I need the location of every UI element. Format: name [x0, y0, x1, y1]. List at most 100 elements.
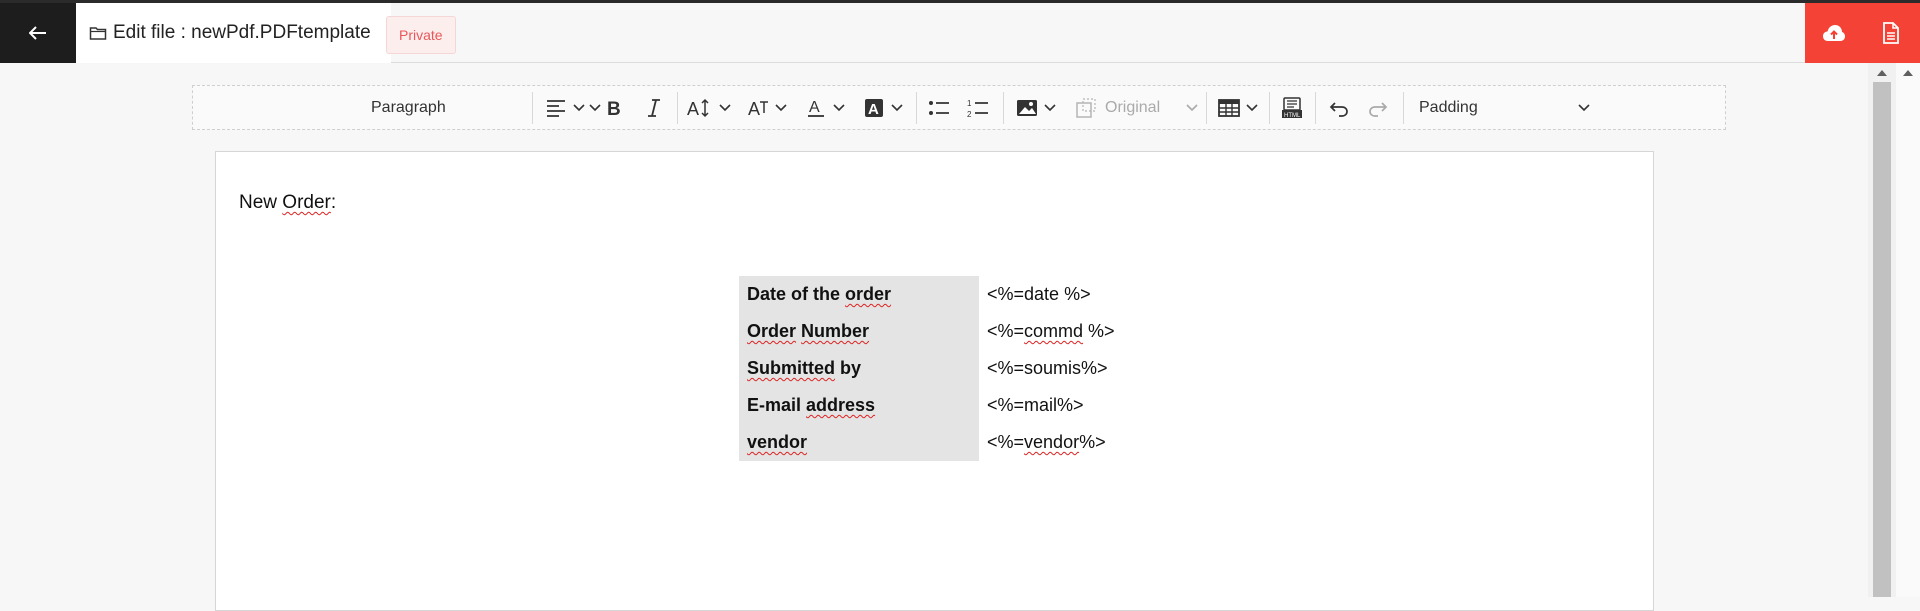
toolbar-divider: [1315, 92, 1316, 124]
field-label-cell[interactable]: Order Number: [739, 313, 979, 350]
field-label-text: E-mail: [747, 395, 807, 415]
image-size-dropdown[interactable]: Original: [1075, 86, 1198, 129]
field-label-cell[interactable]: E-mail address: [739, 387, 979, 424]
field-label-cell[interactable]: Submitted by: [739, 350, 979, 387]
back-button[interactable]: [0, 3, 76, 63]
bold-icon: B: [607, 99, 621, 119]
chevron-down-icon: [719, 103, 731, 111]
scrollbar-thumb[interactable]: [1873, 82, 1891, 597]
field-value-text: <%=: [987, 432, 1025, 452]
field-value-cell[interactable]: <%=mail%>: [979, 387, 1295, 424]
table-row: E-mail address <%=mail%>: [739, 387, 1295, 424]
image-icon: [1017, 99, 1037, 116]
bulleted-list-button[interactable]: [928, 86, 950, 129]
header-divider: [391, 62, 1805, 63]
alignment-dropdown[interactable]: [545, 86, 585, 129]
field-label-text: Submitted: [747, 358, 835, 378]
font-size-icon: A: [687, 98, 709, 119]
field-label-text: Order: [747, 321, 797, 341]
heading-word: Order: [282, 192, 331, 213]
document-icon: [1882, 22, 1899, 44]
file-tab[interactable]: Edit file : newPdf.PDFtemplate: [76, 3, 391, 63]
cloud-upload-icon: [1822, 25, 1845, 41]
svg-text:HTML: HTML: [1284, 113, 1301, 119]
numbered-list-button[interactable]: 12: [967, 86, 989, 129]
field-value-text: <%=mail%>: [987, 395, 1084, 415]
field-value-text: <%=: [987, 321, 1025, 341]
font-color-dropdown[interactable]: A: [805, 86, 845, 129]
svg-text:A: A: [868, 101, 879, 118]
field-value-cell[interactable]: <%=commd %>: [979, 313, 1295, 350]
italic-button[interactable]: [643, 86, 665, 129]
redo-button[interactable]: [1367, 86, 1389, 129]
chevron-down-icon: [775, 103, 787, 111]
source-editing-button[interactable]: HTML: [1281, 86, 1303, 129]
toolbar-divider: [1269, 92, 1270, 124]
svg-text:A: A: [687, 99, 699, 119]
private-badge: Private: [386, 16, 456, 54]
font-family-dropdown[interactable]: A: [747, 86, 787, 129]
chevron-down-icon: [1044, 103, 1056, 111]
arrow-left-icon: [29, 26, 46, 40]
field-label-text: vendor: [747, 432, 808, 452]
editor-toolbar: Paragraph B A A A A 12 Original HTML Pad…: [192, 85, 1726, 130]
field-value-text: <%=soumis%>: [987, 358, 1108, 378]
chevron-down-icon: [891, 103, 903, 111]
toolbar-divider: [1403, 92, 1404, 124]
scroll-up-arrow[interactable]: [1903, 70, 1913, 76]
chevron-down-icon: [589, 103, 601, 111]
upload-button[interactable]: [1805, 3, 1862, 63]
folder-icon: [89, 27, 107, 40]
highlight-dropdown[interactable]: A: [863, 86, 903, 129]
chevron-down-icon: [1186, 103, 1198, 111]
bulleted-list-icon: [929, 100, 949, 115]
image-size-label: Original: [1105, 98, 1161, 116]
document-page[interactable]: New Order: Date of the order <%=date %> Or…: [215, 151, 1654, 611]
field-label-text: by: [835, 358, 862, 378]
italic-icon: [648, 98, 660, 117]
heading-prefix: New: [239, 192, 283, 213]
field-label-cell[interactable]: vendor: [739, 424, 979, 461]
field-value-text: %>: [1083, 321, 1115, 341]
svg-text:2: 2: [967, 110, 972, 119]
insert-table-dropdown[interactable]: [1218, 86, 1258, 129]
field-value-cell[interactable]: <%=vendor%>: [979, 424, 1295, 461]
font-color-icon: A: [808, 99, 824, 117]
paragraph-label: Paragraph: [371, 98, 446, 116]
page-scrollbar[interactable]: [1896, 63, 1920, 597]
chevron-down-icon: [833, 103, 845, 111]
table-row: Date of the order <%=date %>: [739, 276, 1295, 313]
toolbar-divider: [1206, 92, 1207, 124]
table-row: Order Number <%=commd %>: [739, 313, 1295, 350]
numbered-list-icon: 12: [967, 99, 988, 119]
toolbar-divider: [532, 92, 533, 124]
scroll-up-arrow[interactable]: [1877, 70, 1887, 76]
field-label-cell[interactable]: Date of the order: [739, 276, 979, 313]
font-family-icon: A: [748, 99, 768, 119]
file-title: Edit file : newPdf.PDFtemplate: [113, 22, 371, 43]
header-actions: [1805, 3, 1920, 63]
table-row: vendor <%=vendor%>: [739, 424, 1295, 461]
field-value-text: %>: [1079, 432, 1106, 452]
insert-image-dropdown[interactable]: [1016, 86, 1056, 129]
image-resize-icon: [1076, 97, 1096, 118]
undo-icon: [1329, 101, 1348, 117]
field-label-text: order: [845, 284, 892, 304]
order-info-table[interactable]: Date of the order <%=date %> Order Number <…: [739, 276, 1295, 461]
document-button[interactable]: [1862, 3, 1919, 63]
heading-suffix: :: [330, 192, 337, 213]
undo-button[interactable]: [1328, 86, 1350, 129]
padding-dropdown[interactable]: Padding: [1419, 86, 1590, 129]
toolbar-divider: [677, 92, 678, 124]
bold-button[interactable]: B: [603, 86, 625, 129]
font-size-dropdown[interactable]: A: [687, 86, 731, 129]
field-value-cell[interactable]: <%=soumis%>: [979, 350, 1295, 387]
padding-label: Padding: [1419, 98, 1478, 116]
table-row: Submitted by <%=soumis%>: [739, 350, 1295, 387]
field-label-text: address: [806, 395, 876, 415]
chevron-down-icon: [1246, 103, 1258, 111]
editor-scrollbar[interactable]: [1868, 63, 1896, 597]
field-value-cell[interactable]: <%=date %>: [979, 276, 1295, 313]
highlight-icon: A: [865, 98, 883, 118]
field-value-text: commd: [1024, 321, 1084, 341]
